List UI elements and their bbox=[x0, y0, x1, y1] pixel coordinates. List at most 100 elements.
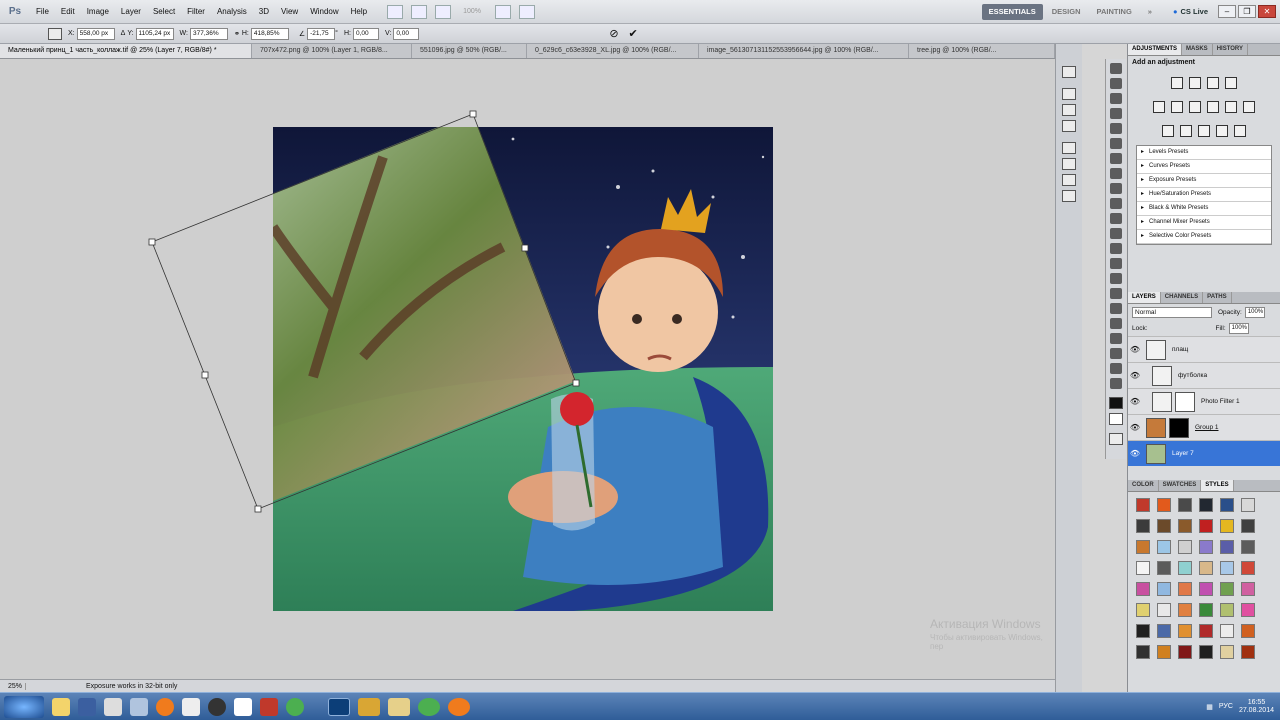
tab-0-629c6[interactable]: 0_629c6_c63e3928_XL.jpg @ 100% (RGB/... bbox=[527, 44, 699, 58]
tab-masks[interactable]: MASKS bbox=[1182, 44, 1213, 55]
style-swatch[interactable] bbox=[1220, 582, 1234, 596]
tab-tree[interactable]: tree.jpg @ 100% (RGB/... bbox=[909, 44, 1055, 58]
hskew-field[interactable]: 0,00 bbox=[352, 27, 379, 40]
tab-swatches[interactable]: SWATCHES bbox=[1159, 480, 1202, 491]
opacity-field[interactable]: 100% bbox=[1244, 306, 1265, 318]
tab-707x472[interactable]: 707x472.png @ 100% (Layer 1, RGB/8... bbox=[252, 44, 412, 58]
path-select-tool-icon[interactable] bbox=[1110, 303, 1122, 314]
hand-tool-icon[interactable] bbox=[1110, 363, 1122, 374]
brush-tool-icon[interactable] bbox=[1110, 168, 1122, 179]
settings-icon[interactable] bbox=[104, 697, 122, 716]
menu-file[interactable]: File bbox=[30, 7, 55, 16]
minimize-button[interactable]: – bbox=[1218, 5, 1236, 18]
exposure-icon[interactable] bbox=[1225, 77, 1237, 89]
hue-saturation-icon[interactable] bbox=[1171, 101, 1183, 113]
invert-icon[interactable] bbox=[1162, 125, 1174, 137]
layer-row-futbolka[interactable]: 👁 футболка bbox=[1128, 362, 1280, 388]
tab-paths[interactable]: PATHS bbox=[1203, 292, 1232, 303]
move-tool-icon[interactable] bbox=[1110, 63, 1122, 74]
arrange-documents-icon[interactable] bbox=[495, 4, 511, 19]
panel-icon-1[interactable] bbox=[1062, 66, 1076, 78]
style-swatch[interactable] bbox=[1157, 645, 1171, 659]
3d-orbit-tool-icon[interactable] bbox=[1110, 348, 1122, 359]
style-swatch[interactable] bbox=[1178, 603, 1192, 617]
style-swatch[interactable] bbox=[1136, 624, 1150, 638]
menu-filter[interactable]: Filter bbox=[181, 7, 211, 16]
levels-icon[interactable] bbox=[1189, 77, 1201, 89]
x-field[interactable]: 558,00 px bbox=[76, 27, 115, 40]
style-swatch[interactable] bbox=[1136, 603, 1150, 617]
pen-tool-icon[interactable] bbox=[1110, 273, 1122, 284]
threshold-icon[interactable] bbox=[1198, 125, 1210, 137]
link-icon[interactable]: ⚭ bbox=[234, 30, 240, 38]
style-swatch[interactable] bbox=[1241, 624, 1255, 638]
preset-curves[interactable]: Curves Presets bbox=[1137, 160, 1271, 174]
style-swatch[interactable] bbox=[1241, 498, 1255, 512]
style-swatch[interactable] bbox=[1241, 561, 1255, 575]
style-swatch[interactable] bbox=[1178, 561, 1192, 575]
panel-icon-6[interactable] bbox=[1062, 158, 1076, 170]
eraser-tool-icon[interactable] bbox=[1110, 213, 1122, 224]
style-swatch[interactable] bbox=[1178, 519, 1192, 533]
style-swatch[interactable] bbox=[1178, 582, 1192, 596]
transform-handle-bottom[interactable] bbox=[254, 505, 262, 513]
fill-field[interactable]: 100% bbox=[1228, 322, 1249, 334]
photo-filter-icon[interactable] bbox=[1225, 101, 1237, 113]
lasso-tool-icon[interactable] bbox=[1110, 93, 1122, 104]
style-swatch[interactable] bbox=[1136, 582, 1150, 596]
healing-tool-icon[interactable] bbox=[1110, 153, 1122, 164]
style-swatch[interactable] bbox=[1220, 645, 1234, 659]
style-swatch[interactable] bbox=[1220, 540, 1234, 554]
explorer-icon[interactable] bbox=[52, 697, 70, 716]
style-swatch[interactable] bbox=[1136, 498, 1150, 512]
commit-transform-icon[interactable]: ✔ bbox=[629, 27, 638, 40]
3d-rotate-tool-icon[interactable] bbox=[1110, 333, 1122, 344]
menu-help[interactable]: Help bbox=[345, 7, 373, 16]
menu-analysis[interactable]: Analysis bbox=[211, 7, 253, 16]
foreground-color-swatch[interactable] bbox=[1109, 397, 1123, 409]
app-icon[interactable] bbox=[130, 697, 148, 716]
menu-window[interactable]: Window bbox=[304, 7, 344, 16]
menu-3d[interactable]: 3D bbox=[253, 7, 275, 16]
language-indicator[interactable]: РУС bbox=[1219, 703, 1233, 710]
panel-icon-8[interactable] bbox=[1062, 190, 1076, 202]
panel-icon-3[interactable] bbox=[1062, 104, 1076, 116]
task-icon-chrome[interactable] bbox=[418, 697, 440, 716]
tab-color[interactable]: COLOR bbox=[1128, 480, 1159, 491]
task-icon-2[interactable] bbox=[358, 697, 380, 716]
style-swatch[interactable] bbox=[1178, 624, 1192, 638]
chrome-icon[interactable] bbox=[286, 697, 304, 716]
tab-image-5613[interactable]: image_561307131152553956644.jpg @ 100% (… bbox=[699, 44, 909, 58]
style-swatch[interactable] bbox=[1199, 645, 1213, 659]
style-swatch[interactable] bbox=[1157, 582, 1171, 596]
document-artwork[interactable] bbox=[273, 127, 773, 611]
type-tool-icon[interactable] bbox=[1110, 288, 1122, 299]
preset-black-white[interactable]: Black & White Presets bbox=[1137, 202, 1271, 216]
marquee-tool-icon[interactable] bbox=[1110, 78, 1122, 89]
photoshop-task-icon[interactable] bbox=[328, 697, 350, 716]
restore-button[interactable]: ❐ bbox=[1238, 5, 1256, 18]
notepad-icon[interactable] bbox=[234, 697, 252, 716]
style-swatch[interactable] bbox=[1199, 624, 1213, 638]
posterize-icon[interactable] bbox=[1180, 125, 1192, 137]
tab-channels[interactable]: CHANNELS bbox=[1161, 292, 1204, 303]
style-swatch[interactable] bbox=[1157, 498, 1171, 512]
tab-history[interactable]: HISTORY bbox=[1213, 44, 1249, 55]
task-icon-firefox[interactable] bbox=[448, 697, 470, 716]
gradient-tool-icon[interactable] bbox=[1110, 228, 1122, 239]
menu-image[interactable]: Image bbox=[81, 7, 115, 16]
style-swatch[interactable] bbox=[1178, 498, 1192, 512]
more-workspaces[interactable]: » bbox=[1141, 4, 1159, 20]
style-swatch[interactable] bbox=[1241, 540, 1255, 554]
panel-icon-7[interactable] bbox=[1062, 174, 1076, 186]
channel-mixer-icon[interactable] bbox=[1243, 101, 1255, 113]
visibility-eye-icon[interactable]: 👁 bbox=[1128, 397, 1142, 406]
style-swatch[interactable] bbox=[1157, 540, 1171, 554]
preset-selective-color[interactable]: Selective Color Presets bbox=[1137, 230, 1271, 244]
preset-exposure[interactable]: Exposure Presets bbox=[1137, 174, 1271, 188]
gradient-map-icon[interactable] bbox=[1216, 125, 1228, 137]
zoom-dropdown[interactable]: 100% bbox=[463, 8, 481, 15]
width-field[interactable]: 377,36% bbox=[189, 27, 228, 40]
menu-layer[interactable]: Layer bbox=[115, 7, 147, 16]
style-swatch[interactable] bbox=[1241, 582, 1255, 596]
